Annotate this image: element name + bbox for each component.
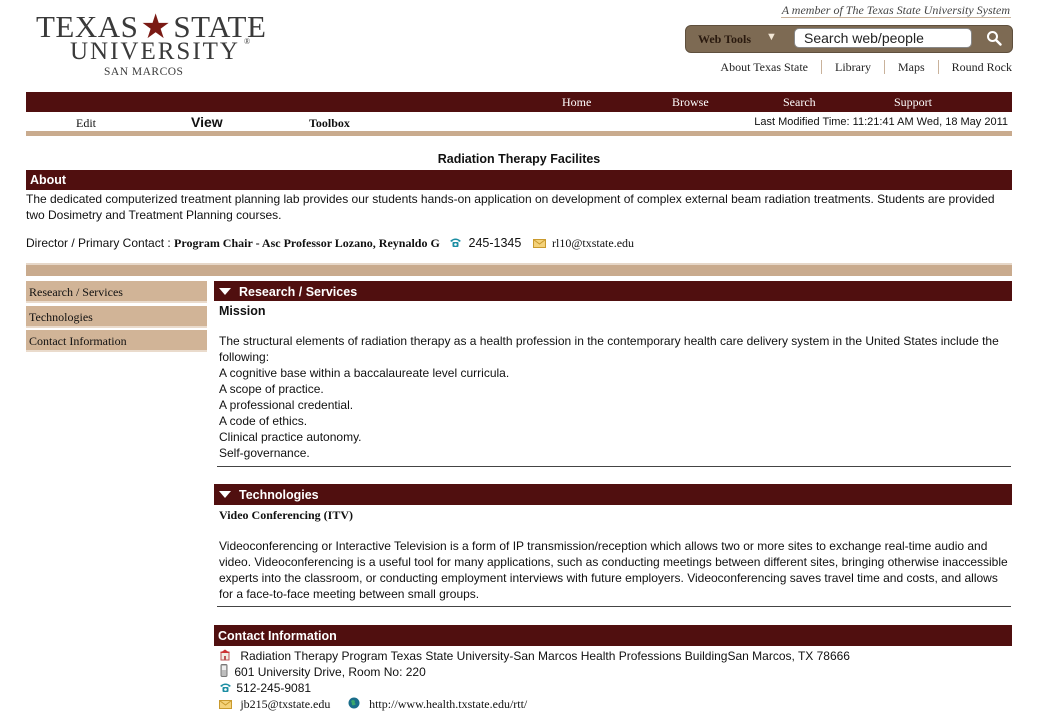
logo-line-3: SAN MARCOS [104,66,184,78]
sidebar-item-technologies[interactable]: Technologies [26,306,207,328]
member-divider [781,17,1011,18]
contact-address: Radiation Therapy Program Texas State Un… [240,649,850,663]
sidebar-item-label: Technologies [29,310,93,324]
contact-name: Program Chair - Asc Professor Lozano, Re… [174,236,440,250]
envelope-icon [532,237,546,251]
list-item: A scope of practice. [219,382,324,396]
contact-email-row: jb215@txstate.edu http://www.health.txst… [219,696,527,713]
mission-intro: The structural elements of radiation the… [219,334,999,364]
research-services-heading: Research / Services [239,285,358,299]
website-link[interactable]: http://www.health.txstate.edu/rtt/ [369,697,527,711]
list-item: A cognitive base within a baccalaureate … [219,366,510,380]
nav-home[interactable]: Home [562,95,591,110]
about-header: About [26,170,1012,190]
contact-email-link[interactable]: rl10@txstate.edu [552,236,634,250]
technologies-text: Videoconferencing or Interactive Televis… [219,539,1008,601]
video-conferencing-heading: Video Conferencing (ITV) [219,508,353,522]
research-services-header[interactable]: Research / Services [214,281,1012,301]
phone-icon [449,237,462,251]
contact-address-row: Radiation Therapy Program Texas State Un… [219,648,850,665]
link-about-texas-state[interactable]: About Texas State [707,60,821,74]
nav-support[interactable]: Support [894,95,932,110]
mission-heading: Mission [219,304,266,318]
research-services-heading-wrap: Research / Services [214,285,357,299]
list-item: A code of ethics. [219,414,308,428]
sidebar-item-label: Research / Services [29,285,123,299]
technologies-header[interactable]: Technologies [214,484,1012,505]
technologies-heading: Technologies [239,488,319,502]
globe-icon [348,697,360,713]
technologies-heading-wrap: Technologies [214,488,319,502]
contact-email-link[interactable]: jb215@txstate.edu [240,697,330,711]
main-nav: Home Browse Search Support [26,92,1012,112]
toolbox-tab[interactable]: Toolbox [309,116,350,131]
search-input[interactable] [794,28,972,48]
web-tools-search-bar: Web Tools ▼ [685,25,1013,53]
member-tagline[interactable]: A member of The Texas State University S… [782,3,1010,18]
nav-divider [26,131,1012,136]
edit-tab[interactable]: Edit [76,116,96,131]
primary-contact: Director / Primary Contact : Program Cha… [26,236,1012,251]
link-library[interactable]: Library [821,60,884,74]
logo-word-university: UNIVERSITY [70,38,240,65]
triangle-down-icon[interactable] [219,288,231,295]
link-maps[interactable]: Maps [883,60,938,74]
sidebar-item-research-services[interactable]: Research / Services [26,281,207,303]
phone-icon [219,681,232,697]
technologies-divider [217,606,1011,607]
nav-browse[interactable]: Browse [672,95,709,110]
last-modified-time: Last Modified Time: 11:21:41 AM Wed, 18 … [754,116,1008,128]
mission-list: A cognitive base within a baccalaureate … [219,365,509,461]
sub-toolbar: Edit View Toolbox Last Modified Time: 11… [26,113,1012,131]
view-tab[interactable]: View [191,114,223,130]
contact-information-heading: Contact Information [218,629,337,643]
list-item: A professional credential. [219,398,354,412]
research-divider [217,466,1011,467]
sidebar-item-label: Contact Information [29,334,127,348]
building-icon [219,649,231,665]
envelope-icon [219,697,232,713]
about-divider [26,265,1012,276]
contact-room: 601 University Drive, Room No: 220 [234,665,426,679]
contact-phone: 512-245-9081 [236,681,312,695]
about-heading: About [30,173,67,187]
contact-phone: 245-1345 [468,236,522,250]
list-item: Self-governance. [219,446,310,460]
nav-search[interactable]: Search [783,95,816,110]
search-icon[interactable] [979,27,1009,49]
list-item: Clinical practice autonomy. [219,430,362,444]
page-title: Radiation Therapy Facilites [437,152,601,166]
university-logo[interactable]: TEXAS★STATE UNIVERSITY ® SAN MARCOS [36,4,276,80]
top-links: About Texas State Library Maps Round Rock [707,60,1012,75]
triangle-down-icon[interactable] [219,491,231,498]
chevron-down-icon[interactable]: ▼ [766,31,777,43]
registered-mark: ® [244,36,251,46]
contact-label: Director / Primary Contact : [26,236,171,250]
web-tools-label[interactable]: Web Tools [698,32,751,47]
contact-phone-row: 512-245-9081 [219,680,311,697]
logo-line-2: UNIVERSITY ® [70,37,250,66]
contact-room-row: 601 University Drive, Room No: 220 [219,664,426,681]
about-text: The dedicated computerized treatment pla… [26,192,995,222]
mobile-icon [219,664,229,681]
sidebar-item-contact-information[interactable]: Contact Information [26,330,207,352]
link-round-rock[interactable]: Round Rock [937,60,1012,74]
contact-information-header: Contact Information [214,625,1012,646]
